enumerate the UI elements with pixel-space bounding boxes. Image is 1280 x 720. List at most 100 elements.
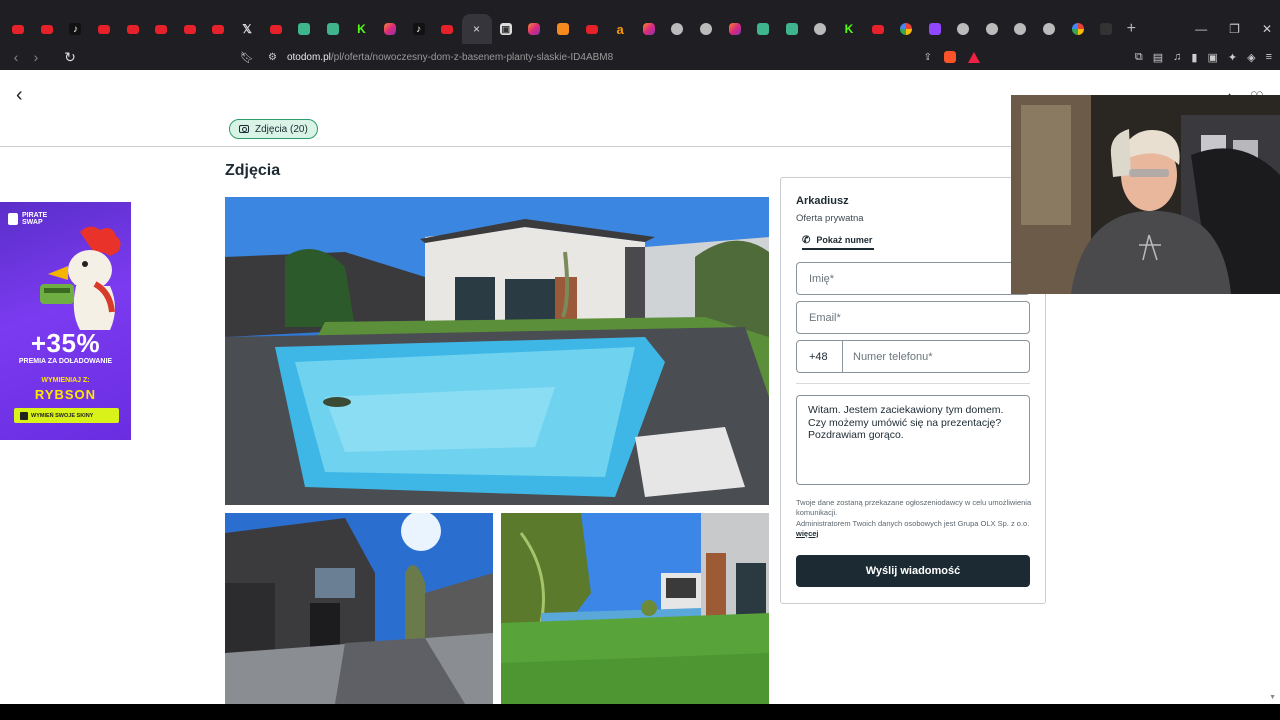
tt-favicon-icon: ♪ <box>412 23 425 35</box>
or-favicon-icon <box>556 23 569 35</box>
browser-tab[interactable] <box>1035 14 1064 44</box>
browser-tab[interactable]: 𝕏 <box>233 14 262 44</box>
browser-tab[interactable] <box>549 14 578 44</box>
tab-active-otodom[interactable]: × <box>461 14 492 44</box>
wallet-icon[interactable]: ▤ <box>1153 51 1163 64</box>
browser-tab[interactable]: K <box>835 14 864 44</box>
browser-tab[interactable] <box>949 14 978 44</box>
minimize-button[interactable]: — <box>1195 22 1207 36</box>
browser-tab[interactable] <box>1092 14 1121 44</box>
browser-tab[interactable] <box>33 14 62 44</box>
browser-tab[interactable] <box>720 14 749 44</box>
close-window-button[interactable]: ✕ <box>1262 22 1272 36</box>
browser-tab[interactable] <box>1006 14 1035 44</box>
x-favicon-icon: 𝕏 <box>242 22 252 36</box>
name-field[interactable]: Imię* <box>796 262 1030 295</box>
consent-line-1: Twoje dane zostaną przekazane ogłoszenio… <box>796 498 1032 517</box>
browser-tab[interactable] <box>290 14 319 44</box>
browser-tab[interactable] <box>118 14 147 44</box>
back-arrow-icon[interactable]: ‹ <box>16 84 23 107</box>
ad-cta-button[interactable]: WYMIEŃ SWOJE SKINY <box>14 408 119 423</box>
share-icon[interactable]: ⇪ <box>924 52 932 63</box>
wallet2-icon[interactable]: ▣ <box>1207 51 1217 64</box>
browser-tab[interactable] <box>376 14 405 44</box>
browser-tab[interactable] <box>90 14 119 44</box>
show-phone-button[interactable]: ✆ Pokaż numer <box>802 232 875 250</box>
consent-line-2: Administratorem Twoich danych osobowych … <box>796 519 1030 528</box>
menu-icon[interactable]: ≡ <box>1266 51 1272 64</box>
browser-tab[interactable]: K <box>347 14 376 44</box>
scroll-down-arrow-icon[interactable]: ▼ <box>1269 694 1276 701</box>
browser-tab[interactable] <box>1063 14 1092 44</box>
browser-tab[interactable] <box>663 14 692 44</box>
yt-favicon-icon <box>212 24 225 34</box>
message-textarea[interactable]: Witam. Jestem zaciekawiony tym domem. Cz… <box>796 395 1030 485</box>
browser-tab[interactable] <box>261 14 290 44</box>
photos-count-button[interactable]: Zdjęcia (20) <box>229 119 318 139</box>
address-bar[interactable]: 🔖︎ ⚙︎ otodom.pl/pl/oferta/nowoczesny-dom… <box>240 46 990 68</box>
gr-favicon-icon <box>326 23 339 35</box>
browser-tab[interactable] <box>577 14 606 44</box>
extensions-icon[interactable]: ⧉ <box>1135 51 1143 64</box>
phone-prefix-select[interactable]: +48 <box>797 341 843 372</box>
browser-tab[interactable] <box>147 14 176 44</box>
browser-chrome: ♪ 𝕏 K ♪ × ▣ a K + — ❐ ✕ ‹ › ↻ 🔖︎ ⚙︎ otodom.pl/pl… <box>0 0 1280 70</box>
browser-tab[interactable] <box>806 14 835 44</box>
yt-favicon-icon <box>183 24 196 34</box>
pirateswap-ad-banner[interactable]: PIRATE SWAP +35% PREMIA ZA DOŁADOWANIE W… <box>0 202 131 440</box>
seller-name: Arkadiusz <box>796 195 849 207</box>
browser-tab[interactable]: a <box>606 14 635 44</box>
extensions-area: ⧉ ▤ ♫ ▮ ▣ ✦ ◈ ≡ <box>1135 51 1272 64</box>
gl-favicon-icon <box>1043 23 1056 35</box>
reload-icon[interactable]: ↻ <box>60 49 80 66</box>
site-settings-icon[interactable]: ⚙︎ <box>268 52 277 63</box>
browser-tab[interactable]: ♪ <box>404 14 433 44</box>
vpn-icon[interactable]: ◈ <box>1247 51 1255 64</box>
browser-tab[interactable] <box>433 14 462 44</box>
back-nav-icon[interactable]: ‹ <box>6 49 26 65</box>
yt-favicon-icon <box>269 24 282 34</box>
brave-shields-icon[interactable] <box>944 51 956 63</box>
browser-tab[interactable] <box>634 14 663 44</box>
listing-photo-2[interactable] <box>225 513 493 704</box>
browser-tab[interactable] <box>176 14 205 44</box>
send-message-button[interactable]: Wyślij wiadomość <box>796 555 1030 587</box>
go-favicon-icon <box>900 23 913 35</box>
browser-tab[interactable] <box>749 14 778 44</box>
browser-tab[interactable] <box>4 14 33 44</box>
gl-favicon-icon <box>957 23 970 35</box>
browser-tab[interactable] <box>920 14 949 44</box>
maximize-button[interactable]: ❐ <box>1229 22 1240 36</box>
email-field[interactable]: Email* <box>796 301 1030 334</box>
brave-rewards-icon[interactable] <box>968 51 980 63</box>
sidebar-icon[interactable]: ▮ <box>1191 51 1197 64</box>
forward-nav-icon[interactable]: › <box>26 49 46 65</box>
browser-tab[interactable] <box>204 14 233 44</box>
browser-tab[interactable] <box>892 14 921 44</box>
browser-tab[interactable] <box>520 14 549 44</box>
gl-favicon-icon <box>1014 23 1027 35</box>
browser-tab[interactable] <box>777 14 806 44</box>
browser-tab[interactable] <box>692 14 721 44</box>
close-tab-icon[interactable]: × <box>473 22 480 36</box>
browser-tab[interactable]: ♪ <box>61 14 90 44</box>
browser-tab[interactable] <box>319 14 348 44</box>
media-icon[interactable]: ♫ <box>1173 51 1181 64</box>
yt-favicon-icon <box>126 24 139 34</box>
browser-tab[interactable] <box>863 14 892 44</box>
email-placeholder: Email* <box>809 311 841 324</box>
photos-count-label: Zdjęcia (20) <box>255 123 308 135</box>
yt-favicon-icon <box>155 24 168 34</box>
consent-more-link[interactable]: więcej <box>796 529 819 538</box>
ig-favicon-icon <box>528 23 541 35</box>
browser-tab[interactable] <box>978 14 1007 44</box>
bookmark-icon[interactable]: 🔖︎ <box>240 51 254 64</box>
yt-favicon-icon <box>40 24 53 34</box>
listing-photo-3[interactable] <box>501 513 769 704</box>
browser-tab[interactable]: ▣ <box>492 14 521 44</box>
new-tab-icon[interactable]: + <box>1127 20 1136 38</box>
pirateswap-logo-icon <box>8 213 18 225</box>
phone-field[interactable]: +48 Numer telefonu* <box>796 340 1030 373</box>
leo-ai-icon[interactable]: ✦ <box>1228 51 1237 64</box>
listing-photo-main[interactable] <box>225 197 769 505</box>
